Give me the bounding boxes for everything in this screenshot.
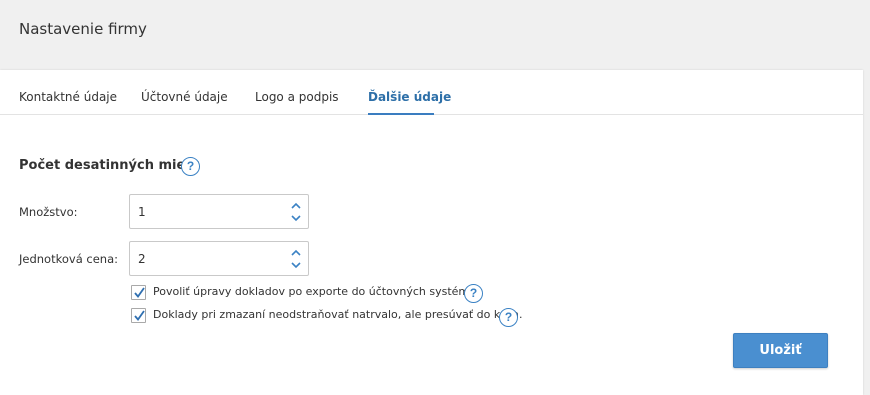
chevron-down-icon (291, 215, 301, 222)
unit-price-spinner[interactable] (290, 248, 302, 270)
chevron-up-icon (291, 249, 301, 256)
unit-price-input[interactable]: 2 (129, 241, 309, 276)
move-to-trash-label: Doklady pri zmazaní neodstraňovať natrva… (153, 308, 523, 321)
help-icon[interactable]: ? (464, 284, 483, 303)
chevron-up-icon (291, 202, 301, 209)
help-icon[interactable]: ? (499, 308, 518, 327)
save-button[interactable]: Uložiť (733, 333, 828, 368)
active-tab-indicator (368, 113, 434, 115)
chevron-down-icon (291, 262, 301, 269)
tab-logo-signature[interactable]: Logo a podpis (255, 90, 339, 104)
tab-other-info[interactable]: Ďalšie údaje (368, 90, 451, 104)
tab-bar: Kontaktné údaje Účtovné údaje Logo a pod… (0, 70, 863, 115)
quantity-value: 1 (138, 205, 146, 219)
checkmark-icon (134, 310, 145, 321)
unit-price-label: Jednotková cena: (19, 252, 119, 266)
section-title-decimal-places: Počet desatinných miest (19, 158, 200, 173)
allow-edit-after-export-checkbox[interactable] (131, 285, 146, 300)
settings-card: Kontaktné údaje Účtovné údaje Logo a pod… (0, 70, 863, 395)
help-icon[interactable]: ? (181, 157, 200, 176)
quantity-spinner[interactable] (290, 201, 302, 223)
unit-price-value: 2 (138, 252, 146, 266)
allow-edit-after-export-label: Povoliť úpravy dokladov po exporte do úč… (153, 285, 483, 298)
quantity-label: Množstvo: (19, 205, 78, 219)
page-header: Nastavenie firmy (0, 0, 870, 70)
page-title: Nastavenie firmy (19, 20, 147, 38)
move-to-trash-checkbox[interactable] (131, 308, 146, 323)
checkmark-icon (134, 287, 145, 298)
tab-accounting-info[interactable]: Účtovné údaje (141, 90, 228, 104)
tab-contact-info[interactable]: Kontaktné údaje (19, 90, 117, 104)
quantity-input[interactable]: 1 (129, 194, 309, 229)
